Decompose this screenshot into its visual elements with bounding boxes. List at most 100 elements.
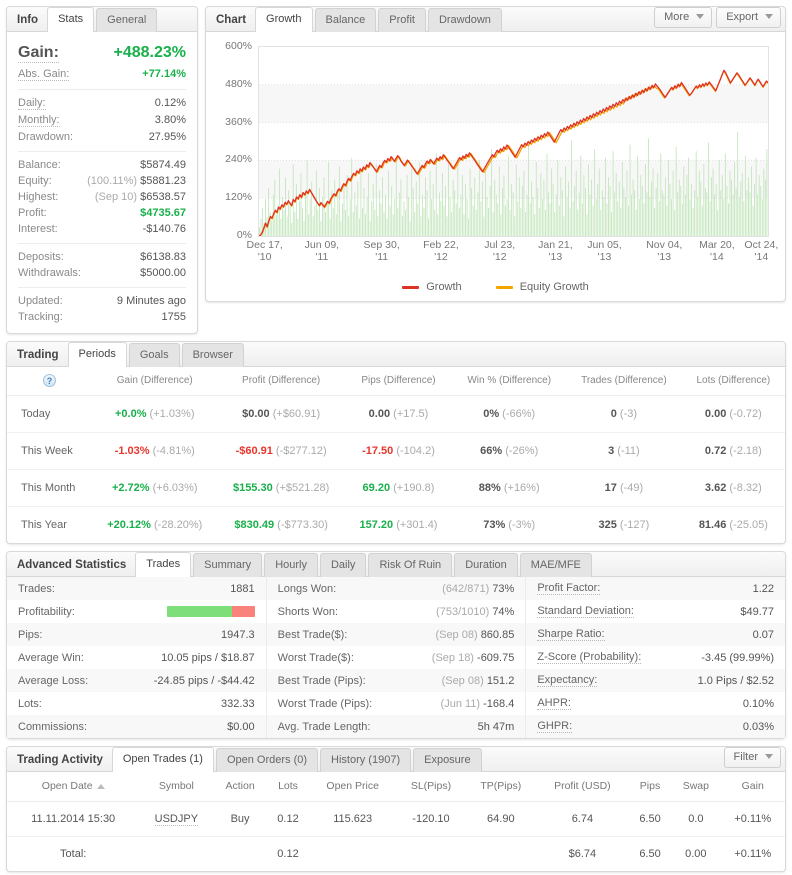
trade-gain: +0.11% [720,801,785,837]
activity-column-header[interactable]: TP(Pips) [465,772,536,802]
updated-row: Updated: 9 Minutes ago [18,293,186,309]
updated-label: Updated: [18,295,63,307]
chart-tabbar: Chart Growth Balance Profit Drawdown Mor… [206,6,785,32]
tab-growth[interactable]: Growth [255,6,313,32]
tab-history[interactable]: History (1907) [320,747,412,772]
stats-column-2: Longs Won: (642/871) 73% Shorts Won: (753/1… [265,577,526,738]
stat-key[interactable]: Standard Deviation: [537,605,634,618]
daily-label: Daily: [18,97,46,110]
stat-value: 1881 [230,583,254,595]
symbol-link[interactable]: USDJPY [154,813,199,826]
stat-value-text: -24.85 pips / -$44.42 [153,674,255,687]
drawdown-value: 27.95% [148,131,186,143]
export-button[interactable]: Export [716,6,781,28]
period-cell: 69.20 (+190.8) [344,469,453,507]
cell-value: 0% [483,408,500,420]
activity-column-header[interactable]: Profit (USD) [535,772,629,802]
periods-help-header[interactable]: ? [7,367,92,396]
period-cell: 73% (-3%) [452,507,566,544]
tab-risk-of-ruin[interactable]: Risk Of Ruin [368,552,453,577]
tab-balance[interactable]: Balance [314,7,377,32]
tab-goals[interactable]: Goals [128,342,180,367]
stat-row: GHPR: 0.03% [526,715,786,738]
help-icon[interactable]: ? [42,374,56,387]
more-button[interactable]: More [654,6,713,28]
activity-column-header[interactable]: SL(Pips) [396,772,466,802]
tab-mae-mfe[interactable]: MAE/MFE [519,552,592,577]
activity-column-header[interactable]: Swap [671,772,721,802]
abs-gain-value: +77.14% [142,68,186,80]
top-row: Info Stats General Gain: +488.23% Abs. G… [6,6,786,334]
period-cell: 157.20 (+301.4) [345,507,453,544]
stat-row: Worst Trade($): (Sep 18) -609.75 [266,646,526,669]
activity-column-header[interactable]: Lots [266,772,310,802]
totals-sl [396,837,465,872]
stat-key[interactable]: Z-Score (Probability): [537,651,642,664]
info-tabbar: Info Stats General [7,6,197,32]
legend-item-growth[interactable]: Growth [402,281,462,293]
tab-duration[interactable]: Duration [454,552,518,577]
withdrawals-value: $5000.00 [140,267,186,279]
period-cell: 0.00 (-0.72) [681,395,785,433]
profit-value: $4735.67 [140,207,186,219]
tab-browser[interactable]: Browser [181,342,244,367]
period-label: This Month [7,469,92,507]
stat-value-text: 1947.3 [221,628,255,641]
growth-chart[interactable]: 0% 120% 240% 360% 480% 600% Dec 17, '10 Jun 09,… [216,40,778,295]
stat-key[interactable]: Expectancy: [537,674,598,687]
info-body: Gain: +488.23% Abs. Gain: +77.14% Daily:… [7,32,197,333]
period-cell: $155.30 (+$521.28) [217,469,345,507]
profit-row: Profit: $4735.67 [18,205,186,221]
tab-exposure[interactable]: Exposure [413,747,482,772]
x-axis-tick-label: Jul 23, '12 [484,239,516,264]
chart-plot-area[interactable] [258,46,769,237]
activity-column-header[interactable]: Symbol [139,772,214,802]
tab-daily[interactable]: Daily [319,552,367,577]
cell-value: 157.20 [359,519,394,531]
stat-value: $49.77 [740,606,774,618]
stat-key[interactable]: Sharpe Ratio: [537,628,605,641]
cell-difference: (+17.5) [390,408,429,420]
stat-key: Commissions: [18,720,88,733]
activity-column-header[interactable]: Pips [628,772,672,802]
tab-general[interactable]: General [96,7,158,32]
trade-symbol[interactable]: USDJPY [139,801,214,837]
totals-row: Total: 0.12 $6.74 6.50 0.00 +0.11% [7,837,785,872]
stat-key[interactable]: AHPR: [537,697,571,710]
tracking-label: Tracking: [18,311,63,323]
cell-difference: (+190.8) [390,482,435,494]
chevron-down-icon [765,14,773,20]
stat-note: (Sep 18) [431,651,478,664]
cell-difference: (-4.81%) [149,445,195,457]
stat-value: 0.07 [753,629,774,641]
totals-profit: $6.74 [568,848,597,860]
tab-summary[interactable]: Summary [193,552,263,577]
stat-key[interactable]: GHPR: [537,720,573,733]
tab-trades[interactable]: Trades [135,551,192,577]
tab-open-trades[interactable]: Open Trades (1) [111,746,214,772]
legend-item-equity-growth[interactable]: Equity Growth [495,281,589,293]
tab-drawdown[interactable]: Drawdown [427,7,502,32]
cell-difference: (-127) [616,519,650,531]
tab-periods[interactable]: Periods [67,341,127,367]
filter-button[interactable]: Filter [723,746,781,768]
stat-value-text: 1.22 [752,582,775,595]
stat-key: Pips: [18,628,43,641]
stat-value: 332.33 [221,698,255,710]
activity-column-header[interactable]: Gain [720,772,785,802]
tab-hourly[interactable]: Hourly [264,552,318,577]
periods-column-header: Trades (Difference) [566,367,682,396]
activity-column-header[interactable]: Action [213,772,267,802]
activity-column-header[interactable]: Open Date [7,772,140,802]
stat-row: Average Loss: -24.85 pips / -$44.42 [7,669,266,692]
tab-open-orders[interactable]: Open Orders (0) [215,747,319,772]
cell-difference: (-26%) [502,445,539,457]
y-axis-tick-label: 480% [225,77,252,90]
tab-profit[interactable]: Profit [378,7,426,32]
period-cell: +0.0% (+1.03%) [91,395,218,433]
stat-key[interactable]: Profit Factor: [537,582,601,595]
tab-stats[interactable]: Stats [47,6,95,32]
period-label: This Week [7,432,92,470]
activity-column-header[interactable]: Open Price [309,772,397,802]
